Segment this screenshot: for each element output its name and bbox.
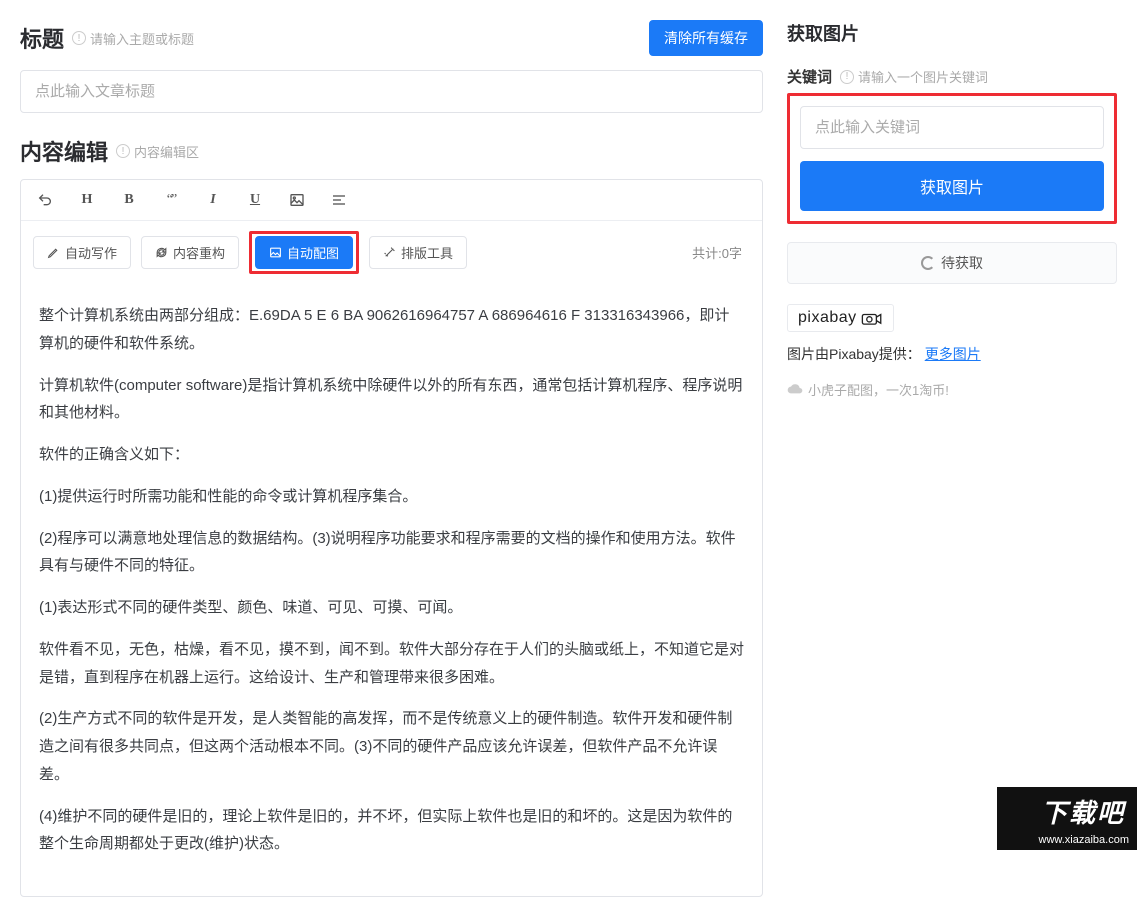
info-icon: ! bbox=[840, 70, 854, 84]
action-toolbar: 自动写作 内容重构 自动配图 bbox=[21, 221, 762, 288]
heading-icon[interactable]: H bbox=[77, 190, 97, 210]
fetch-status: 待获取 bbox=[787, 242, 1117, 284]
underline-icon[interactable]: U bbox=[245, 190, 265, 210]
image-icon[interactable] bbox=[287, 190, 307, 210]
keyword-label: 关键词 bbox=[787, 66, 832, 87]
editor-box: H B “” I U 自动写作 bbox=[20, 179, 763, 897]
auto-write-button[interactable]: 自动写作 bbox=[33, 236, 131, 269]
editor-paragraph: 整个计算机系统由两部分组成：E.69DA 5 E 6 BA 9062616964… bbox=[39, 302, 744, 358]
keyword-highlight-box: 获取图片 bbox=[787, 93, 1117, 224]
auto-image-highlight: 自动配图 bbox=[249, 231, 359, 274]
pixabay-logo: pixabay bbox=[787, 304, 894, 332]
auto-image-button[interactable]: 自动配图 bbox=[255, 236, 353, 269]
title-label: 标题 bbox=[20, 22, 64, 54]
quote-icon[interactable]: “” bbox=[161, 190, 181, 210]
content-label: 内容编辑 bbox=[20, 135, 108, 167]
pencil-icon bbox=[47, 246, 60, 259]
keyword-input[interactable] bbox=[800, 106, 1104, 149]
editor-paragraph: 计算机软件(computer software)是指计算机系统中除硬件以外的所有… bbox=[39, 372, 744, 428]
refresh-icon bbox=[155, 246, 168, 259]
image-panel-title: 获取图片 bbox=[787, 24, 859, 44]
wand-icon bbox=[383, 246, 396, 259]
spinner-icon bbox=[921, 256, 935, 270]
image-small-icon bbox=[269, 246, 282, 259]
layout-tool-button[interactable]: 排版工具 bbox=[369, 236, 467, 269]
clear-cache-button[interactable]: 清除所有缓存 bbox=[649, 20, 763, 56]
restructure-button[interactable]: 内容重构 bbox=[141, 236, 239, 269]
editor-paragraph: (2)生产方式不同的软件是开发，是人类智能的高发挥，而不是传统意义上的硬件制造。… bbox=[39, 705, 744, 788]
undo-icon[interactable] bbox=[35, 190, 55, 210]
more-images-link[interactable]: 更多图片 bbox=[925, 346, 981, 362]
format-toolbar: H B “” I U bbox=[21, 180, 762, 221]
footer-note: 小虎子配图，一次1淘币! bbox=[787, 380, 1117, 399]
editor-paragraph: (4)维护不同的硬件是旧的，理论上软件是旧的，并不坏，但实际上软件也是旧的和坏的… bbox=[39, 803, 744, 859]
title-section-header: 标题 ! 请输入主题或标题 清除所有缓存 bbox=[20, 20, 763, 56]
editor-paragraph: 软件的正确含义如下： bbox=[39, 441, 744, 469]
info-icon: ! bbox=[116, 144, 130, 158]
watermark: 下载吧 www.xiazaiba.com bbox=[997, 787, 1137, 850]
keyword-hint: ! 请输入一个图片关键词 bbox=[840, 67, 988, 86]
editor-paragraph: (2)程序可以满意地处理信息的数据结构。(3)说明程序功能要求和程序需要的文档的… bbox=[39, 525, 744, 581]
italic-icon[interactable]: I bbox=[203, 190, 223, 210]
title-hint: ! 请输入主题或标题 bbox=[72, 29, 194, 48]
cloud-icon bbox=[787, 384, 803, 396]
char-count: 共计:0字 bbox=[692, 243, 742, 262]
editor-paragraph: (1)表达形式不同的硬件类型、颜色、味道、可见、可摸、可闻。 bbox=[39, 594, 744, 622]
content-hint: ! 内容编辑区 bbox=[116, 142, 199, 161]
title-input[interactable] bbox=[20, 70, 763, 113]
camera-icon bbox=[861, 311, 883, 325]
editor-paragraph: (1)提供运行时所需功能和性能的命令或计算机程序集合。 bbox=[39, 483, 744, 511]
info-icon: ! bbox=[72, 31, 86, 45]
editor-body[interactable]: 整个计算机系统由两部分组成：E.69DA 5 E 6 BA 9062616964… bbox=[21, 288, 762, 896]
editor-paragraph: 软件看不见，无色，枯燥，看不见，摸不到，闻不到。软件大部分存在于人们的头脑或纸上… bbox=[39, 636, 744, 692]
image-credit: 图片由Pixabay提供： 更多图片 bbox=[787, 344, 1117, 364]
fetch-image-button[interactable]: 获取图片 bbox=[800, 161, 1104, 211]
bold-icon[interactable]: B bbox=[119, 190, 139, 210]
align-icon[interactable] bbox=[329, 190, 349, 210]
